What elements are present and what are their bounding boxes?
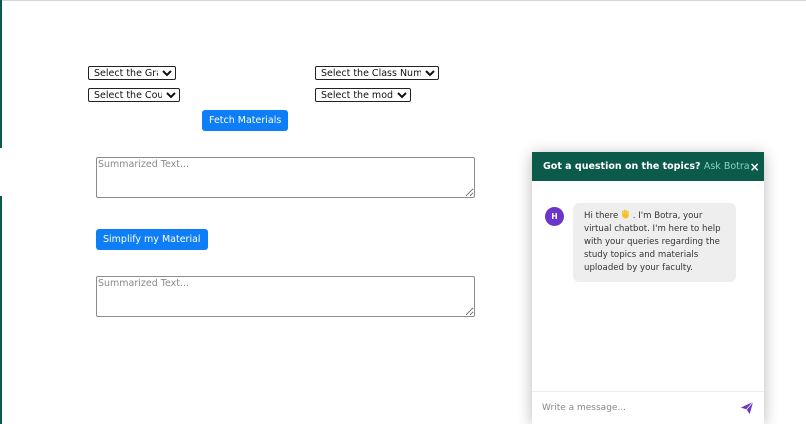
chatbot-title-text: Got a question on the topics? [543, 161, 701, 172]
chatbot-widget: Got a question on the topics? Ask Botra … [532, 152, 764, 424]
top-border [0, 0, 806, 1]
chat-input-bar [532, 391, 764, 424]
bot-avatar: H [545, 207, 564, 226]
close-icon[interactable]: × [750, 161, 760, 173]
left-border-upper [0, 0, 2, 148]
waving-hand-icon [622, 209, 629, 219]
simplified-textarea[interactable] [96, 276, 475, 317]
grade-select[interactable]: Select the Grade [88, 66, 176, 80]
module-select[interactable]: Select the module [315, 88, 411, 102]
chatbot-title: Got a question on the topics? Ask Botra [543, 161, 750, 172]
greeting-text-start: Hi there [584, 211, 622, 221]
course-select[interactable]: Select the Course [88, 88, 180, 102]
bot-greeting-message: Hi there . I'm Botra, your virtual chatb… [573, 203, 736, 282]
send-icon[interactable] [740, 401, 754, 415]
fetch-materials-button[interactable]: Fetch Materials [202, 110, 289, 131]
chatbot-title-accent: Ask Botra [703, 161, 750, 172]
chatbot-header: Got a question on the topics? Ask Botra … [532, 152, 764, 181]
simplify-material-button[interactable]: Simplify my Material [96, 229, 208, 250]
left-border-lower [0, 196, 2, 424]
chat-message-input[interactable] [542, 403, 734, 413]
class-number-select[interactable]: Select the Class Number [315, 66, 439, 80]
summary-textarea[interactable] [96, 157, 475, 198]
